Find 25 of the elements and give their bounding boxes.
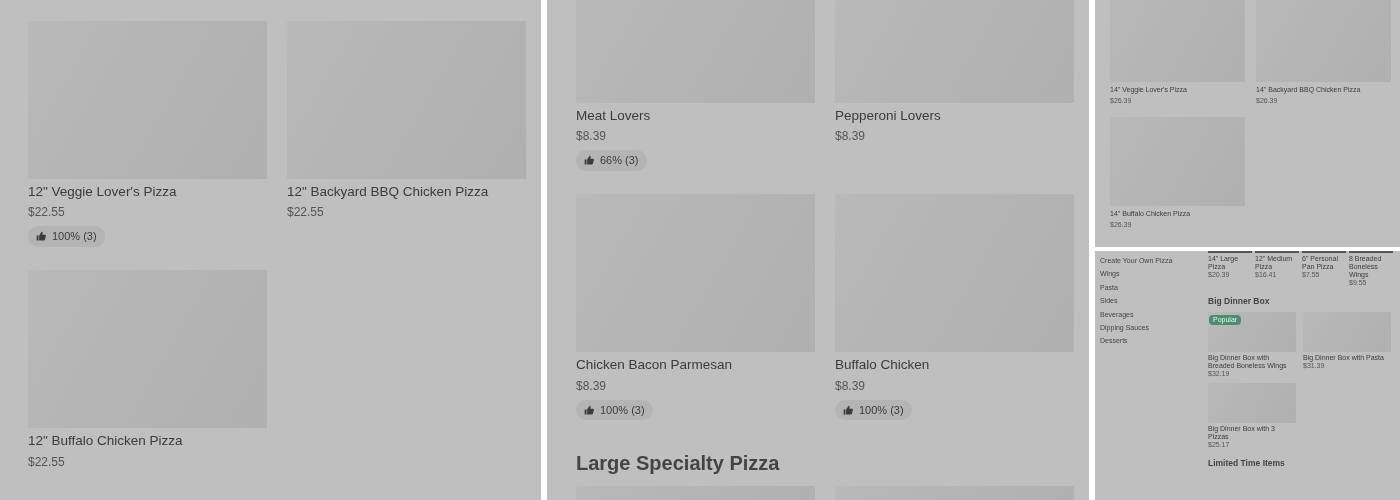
item-name: Meat Lovers: [576, 108, 652, 125]
item-price: $22.55: [287, 204, 325, 222]
item-price: $8.39: [576, 377, 608, 395]
thumbs-up-icon: [584, 155, 594, 166]
item-name: Buffalo Chicken: [835, 357, 931, 374]
item-name: 12" Buffalo Chicken Pizza: [28, 433, 184, 450]
item-price: $8.39: [835, 128, 867, 146]
rating-badge: 100% (3): [835, 399, 912, 421]
item-price: $22.55: [28, 204, 66, 222]
rating-badge: 100% (3): [576, 399, 653, 421]
item-price: $22.55: [28, 453, 66, 471]
rating-badge: 100% (3): [28, 226, 105, 247]
item-name: 12" Backyard BBQ Chicken Pizza: [287, 184, 490, 201]
item-name: Chicken Bacon Parmesan: [576, 357, 734, 374]
thumbs-up-icon: [584, 404, 594, 415]
item-name: Pepperoni Lovers: [835, 108, 942, 125]
item-price: $8.39: [835, 377, 867, 395]
section-heading: Large Specialty Pizza: [576, 450, 781, 476]
item-price: $8.39: [576, 128, 608, 146]
rating-badge: 66% (3): [576, 150, 647, 171]
thumbs-up-icon: [843, 404, 853, 415]
item-name: 12" Veggie Lover's Pizza: [28, 184, 178, 201]
thumbs-up-icon: [36, 231, 46, 242]
section-heading: Big Dinner Box: [1208, 295, 1271, 308]
section-heading: Limited Time Items: [1208, 456, 1286, 470]
